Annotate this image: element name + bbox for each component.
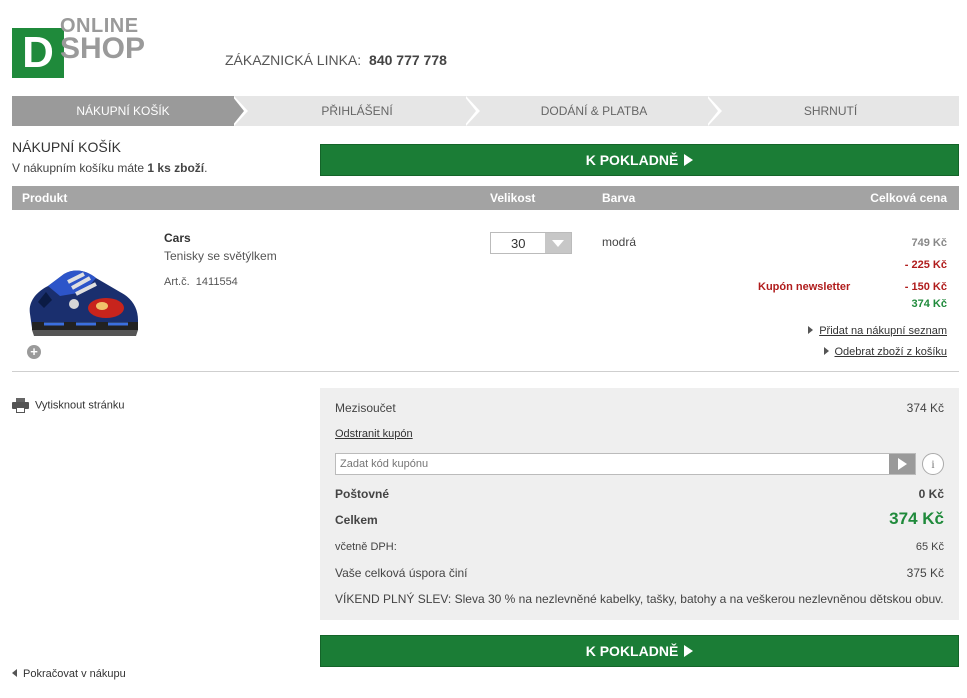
subtotal-label: Mezisoučet <box>335 401 396 415</box>
remove-coupon-link[interactable]: Odstranit kupón <box>335 428 413 440</box>
info-icon[interactable]: i <box>922 453 944 475</box>
product-art-number: Art.č. 1411554 <box>164 276 238 288</box>
coupon-label: Kupón newsletter <box>758 281 851 293</box>
step-separator-active <box>232 96 244 126</box>
savings-label: Vaše celková úspora činí <box>335 566 468 580</box>
art-label: Art.č. <box>164 276 190 288</box>
continue-shopping-link[interactable]: Pokračovat v nákupu <box>12 668 126 680</box>
print-label: Vytisknout stránku <box>35 399 125 412</box>
promo-text: VÍKEND PLNÝ SLEV: Sleva 30 % na nezlevně… <box>335 592 944 606</box>
art-value: 1411554 <box>195 276 238 288</box>
product-color: modrá <box>602 235 637 249</box>
step-delivery-payment: DODÁNÍ & PLATBA <box>540 104 648 118</box>
step-summary: SHRNUTÍ <box>803 104 858 118</box>
add-to-shopping-list-link[interactable]: Přidat na nákupní seznam <box>808 325 947 337</box>
order-summary: Mezisoučet 374 Kč Odstranit kupón i Pošt… <box>320 388 959 620</box>
cart-count-value: 1 ks zboží <box>147 161 205 175</box>
cart-title: NÁKUPNÍ KOŠÍK <box>12 139 121 155</box>
customer-hotline: ZÁKAZNICKÁ LINKA: 840 777 778 <box>225 52 447 68</box>
coupon-discount: - 150 Kč <box>904 281 947 293</box>
product-description: Tenisky se světýlkem <box>164 249 277 263</box>
col-size: Velikost <box>490 191 536 205</box>
col-total-price: Celková cena <box>870 191 947 205</box>
coupon-code-field[interactable] <box>335 453 916 475</box>
checkout-button-bottom[interactable]: K POKLADNĚ <box>320 635 959 667</box>
caret-right-icon <box>823 347 829 356</box>
play-arrow-icon <box>684 645 694 658</box>
row-divider <box>12 371 959 372</box>
step-separator <box>706 96 718 126</box>
price-original: 749 Kč <box>911 237 947 249</box>
total-value: 374 Kč <box>889 509 944 528</box>
product-image[interactable] <box>24 262 142 340</box>
subtotal-value: 374 Kč <box>906 401 944 415</box>
cart-item-count: V nákupním košíku máte 1 ks zboží. <box>12 161 207 175</box>
shipping-value: 0 Kč <box>918 487 944 501</box>
play-arrow-icon <box>684 154 694 167</box>
checkout-label: K POKLADNĚ <box>585 643 679 659</box>
shop-logo[interactable]: D ONLINE SHOP <box>12 15 172 80</box>
checkout-button-top[interactable]: K POKLADNĚ <box>320 144 959 176</box>
total-label: Celkem <box>335 513 378 527</box>
hotline-label: ZÁKAZNICKÁ LINKA: <box>225 52 362 68</box>
hotline-number: 840 777 778 <box>369 52 447 68</box>
chevron-down-icon <box>545 233 571 253</box>
cart-table-header: Produkt Velikost Barva Celková cena <box>12 186 959 210</box>
size-select[interactable]: 30 <box>490 232 572 254</box>
printer-icon <box>12 398 29 413</box>
price-discount: - 225 Kč <box>904 259 947 271</box>
sneaker-icon <box>29 270 139 336</box>
step-cart: NÁKUPNÍ KOŠÍK <box>12 96 234 126</box>
step-login: PŘIHLÁŠENÍ <box>321 104 393 118</box>
checkout-steps: NÁKUPNÍ KOŠÍK PŘIHLÁŠENÍ DODÁNÍ & PLATBA… <box>12 96 959 126</box>
vat-label: včetně DPH: <box>335 541 397 553</box>
print-page-link[interactable]: Vytisknout stránku <box>12 398 124 413</box>
logo-mark: D <box>12 28 64 78</box>
caret-right-icon <box>808 326 814 335</box>
vat-value: 65 Kč <box>915 541 944 553</box>
continue-label: Pokračovat v nákupu <box>23 668 126 680</box>
remove-item-label: Odebrat zboží z košíku <box>834 346 948 358</box>
remove-item-link[interactable]: Odebrat zboží z košíku <box>823 346 948 358</box>
price-final: 374 Kč <box>911 298 947 310</box>
coupon-code-input[interactable] <box>336 454 886 474</box>
caret-left-icon <box>12 669 17 678</box>
col-color: Barva <box>602 191 636 205</box>
size-value: 30 <box>511 236 526 251</box>
col-product: Produkt <box>22 191 68 205</box>
apply-coupon-button[interactable] <box>889 454 915 474</box>
shipping-label: Poštovné <box>335 487 390 501</box>
checkout-label: K POKLADNĚ <box>585 152 679 168</box>
add-to-list-label: Přidat na nákupní seznam <box>819 325 947 337</box>
product-name[interactable]: Cars <box>164 231 191 245</box>
step-separator <box>464 96 476 126</box>
zoom-plus-icon[interactable]: + <box>27 345 41 359</box>
cart-count-suffix: . <box>204 161 208 175</box>
logo-shop-text: SHOP <box>60 32 146 65</box>
cart-count-prefix: V nákupním košíku máte <box>12 161 145 175</box>
savings-value: 375 Kč <box>906 566 944 580</box>
